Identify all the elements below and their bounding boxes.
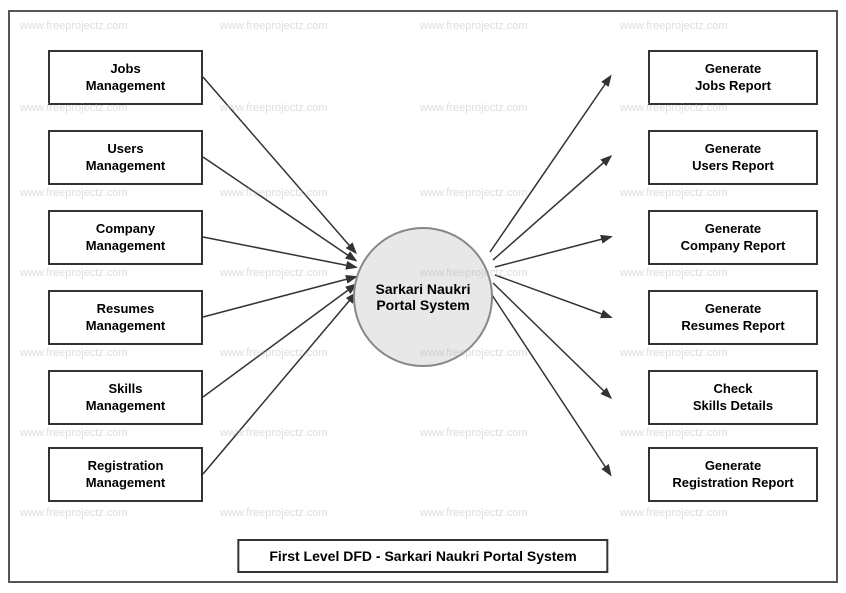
watermark-tl: www.freeprojectz.com — [20, 20, 128, 32]
watermark-b4: www.freeprojectz.com — [620, 427, 728, 439]
watermark-m3: www.freeprojectz.com — [420, 102, 528, 114]
watermark-m2: www.freeprojectz.com — [220, 102, 328, 114]
watermark-t3: www.freeprojectz.com — [420, 20, 528, 32]
watermark-b3: www.freeprojectz.com — [420, 427, 528, 439]
watermark-t2: www.freeprojectz.com — [220, 20, 328, 32]
node-generate-jobs-report: GenerateJobs Report — [648, 50, 818, 105]
watermark-m10: www.freeprojectz.com — [220, 267, 328, 279]
watermark-m6: www.freeprojectz.com — [220, 187, 328, 199]
watermark-m16: www.freeprojectz.com — [620, 347, 728, 359]
center-line2: Portal System — [376, 297, 469, 313]
watermark-m8: www.freeprojectz.com — [620, 187, 728, 199]
watermark-m7: www.freeprojectz.com — [420, 187, 528, 199]
watermark-m14: www.freeprojectz.com — [220, 347, 328, 359]
watermark-m5: www.freeprojectz.com — [20, 187, 128, 199]
watermark-bb3: www.freeprojectz.com — [420, 507, 528, 519]
watermark-m13: www.freeprojectz.com — [20, 347, 128, 359]
watermark-m9: www.freeprojectz.com — [20, 267, 128, 279]
node-skills-management: SkillsManagement — [48, 370, 203, 425]
diagram-inner: Sarkari Naukri Portal System JobsManagem… — [10, 12, 836, 581]
watermark-t4: www.freeprojectz.com — [620, 20, 728, 32]
watermark-bb2: www.freeprojectz.com — [220, 507, 328, 519]
watermark-b1: www.freeprojectz.com — [20, 427, 128, 439]
node-generate-company-report: GenerateCompany Report — [648, 210, 818, 265]
node-resumes-management: ResumesManagement — [48, 290, 203, 345]
node-generate-users-report: GenerateUsers Report — [648, 130, 818, 185]
diagram-caption: First Level DFD - Sarkari Naukri Portal … — [237, 539, 608, 573]
watermark-bb1: www.freeprojectz.com — [20, 507, 128, 519]
node-generate-registration-report: GenerateRegistration Report — [648, 447, 818, 502]
watermark-bb4: www.freeprojectz.com — [620, 507, 728, 519]
node-users-management: UsersManagement — [48, 130, 203, 185]
watermark-b2: www.freeprojectz.com — [220, 427, 328, 439]
node-check-skills-details: CheckSkills Details — [648, 370, 818, 425]
node-jobs-management: JobsManagement — [48, 50, 203, 105]
center-node: Sarkari Naukri Portal System — [353, 227, 493, 367]
node-registration-management: RegistrationManagement — [48, 447, 203, 502]
node-company-management: CompanyManagement — [48, 210, 203, 265]
watermark-m12: www.freeprojectz.com — [620, 267, 728, 279]
diagram-container: Sarkari Naukri Portal System JobsManagem… — [8, 10, 838, 583]
node-generate-resumes-report: GenerateResumes Report — [648, 290, 818, 345]
center-line1: Sarkari Naukri — [376, 281, 471, 297]
